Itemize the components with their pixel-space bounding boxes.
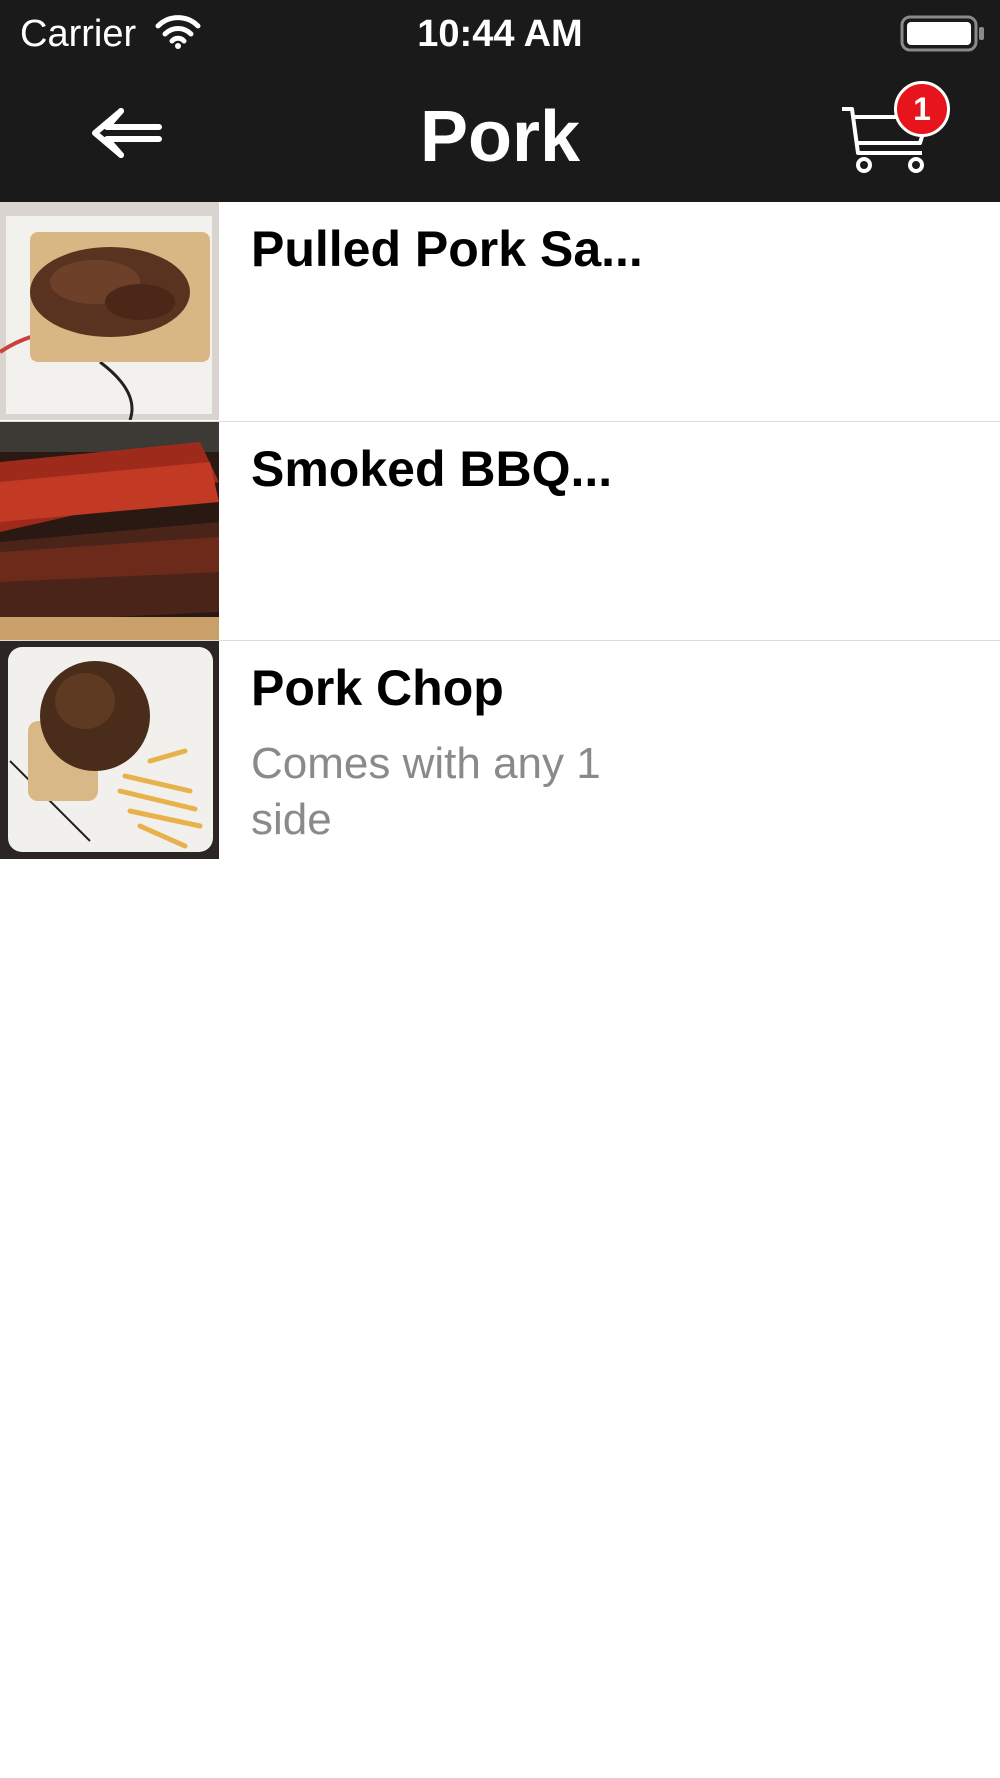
cart-count-badge: 1 [894,81,950,137]
item-name: Smoked BBQ... [251,441,613,497]
smoked-bbq-ribs-photo [0,422,219,640]
battery-icon [900,15,984,52]
pulled-pork-sandwich-photo [0,202,219,420]
list-item[interactable]: Smoked BBQ... [0,421,1000,640]
item-name: Pulled Pork Sa... [251,221,643,277]
pork-chop-photo [0,641,219,859]
navigation-bar: Pork 1 [0,67,1000,202]
status-time: 10:44 AM [417,13,583,55]
item-name: Pork Chop [251,660,504,716]
cart-button[interactable]: 1 [834,77,964,197]
list-item[interactable]: Pork Chop Comes with any 1 side [0,640,1000,859]
list-item[interactable]: Pulled Pork Sa... [0,202,1000,421]
menu-item-list: Pulled Pork Sa... Smoked BBQ... Pork Cho… [0,202,1000,859]
status-bar: Carrier 10:44 AM [0,0,1000,67]
item-description: Comes with any 1 side [251,739,601,844]
